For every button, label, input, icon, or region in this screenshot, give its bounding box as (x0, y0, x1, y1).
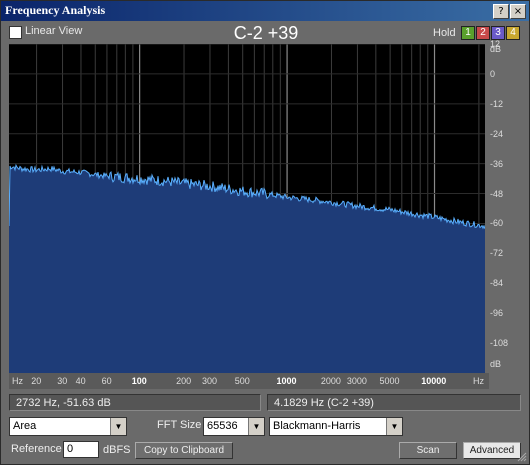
x-tick-label: 500 (234, 376, 250, 386)
scan-button[interactable]: Scan (399, 442, 457, 459)
y-tick-label: -24 (490, 128, 504, 139)
reference-unit: dBFS (103, 444, 131, 456)
window-function-value: Blackmann-Harris (273, 420, 361, 432)
x-axis-unit-left: Hz (12, 376, 23, 386)
x-axis-unit-right: Hz (473, 376, 484, 386)
chevron-down-icon[interactable]: ▼ (248, 418, 264, 435)
y-tick-label: 0 (490, 68, 496, 79)
display-mode-select[interactable]: Area ▼ (9, 417, 127, 436)
spectrum-plot[interactable] (8, 43, 486, 373)
cursor-readout: 2732 Hz, -51.63 dB (9, 394, 261, 411)
y-tick-label: 12 (490, 39, 501, 49)
reference-input[interactable]: 0 (63, 441, 99, 458)
hold-button-3[interactable]: 3 (491, 26, 505, 40)
x-tick-label: 60 (101, 376, 112, 386)
hold-button-2[interactable]: 2 (476, 26, 490, 40)
x-tick-label: 2000 (320, 376, 341, 386)
chevron-down-icon[interactable]: ▼ (110, 418, 126, 435)
y-tick-label: -96 (490, 308, 504, 319)
detected-note: C-2 +39 (233, 23, 299, 43)
y-tick-label: -108 (490, 338, 509, 349)
fft-size-select[interactable]: 65536 ▼ (203, 417, 265, 436)
hold-label: Hold (433, 27, 456, 39)
x-tick-label: 100 (131, 376, 147, 386)
fft-size-value: 65536 (207, 420, 238, 432)
window-title: Frequency Analysis (5, 3, 106, 17)
copy-to-clipboard-button[interactable]: Copy to Clipboard (135, 442, 233, 459)
x-tick-label: 3000 (346, 376, 367, 386)
spectrum-svg (8, 43, 486, 373)
x-tick-label: 200 (176, 376, 192, 386)
x-tick-label: 40 (75, 376, 86, 386)
x-tick-label: 300 (202, 376, 218, 386)
display-mode-value: Area (13, 420, 37, 432)
window-function-select[interactable]: Blackmann-Harris ▼ (269, 417, 403, 436)
spectrum-area (9, 165, 485, 373)
linear-view-label[interactable]: Linear View (25, 25, 82, 37)
frequency-analysis-window: Frequency Analysis ? × Linear View C-2 +… (0, 0, 530, 465)
resize-grip-icon[interactable] (517, 452, 527, 462)
x-tick-label: 20 (31, 376, 42, 386)
y-tick-label: -36 (490, 158, 504, 169)
close-button[interactable]: × (510, 4, 526, 19)
hold-button-4[interactable]: 4 (506, 26, 520, 40)
x-tick-label: 5000 (379, 376, 400, 386)
advanced-button[interactable]: Advanced (463, 442, 521, 459)
x-tick-label: 1000 (276, 376, 297, 386)
title-bar[interactable]: Frequency Analysis ? × (1, 1, 529, 21)
linear-view-checkbox[interactable] (9, 26, 22, 39)
y-tick-label: -84 (490, 278, 504, 289)
x-tick-label: 10000 (421, 376, 447, 386)
y-tick-label: -72 (490, 248, 504, 259)
fft-size-label: FFT Size (157, 419, 202, 431)
hold-button-1[interactable]: 1 (461, 26, 475, 40)
y-axis-unit-bottom: dB (490, 359, 502, 369)
reference-label: Reference (11, 443, 62, 455)
x-tick-label: 30 (57, 376, 68, 386)
y-tick-label: -60 (490, 218, 504, 229)
toolbar: Linear View C-2 +39 Hold 1 2 3 4 (1, 22, 529, 44)
chevron-down-icon[interactable]: ▼ (386, 418, 402, 435)
y-tick-label: -48 (490, 188, 504, 199)
x-axis: Hz Hz 20 30 40 60 100 200 300 500 1000 2000 3000 50… (9, 373, 489, 389)
y-tick-label: -12 (490, 98, 504, 109)
help-button[interactable]: ? (493, 4, 509, 19)
peak-readout: 4.1829 Hz (C-2 +39) (267, 394, 521, 411)
